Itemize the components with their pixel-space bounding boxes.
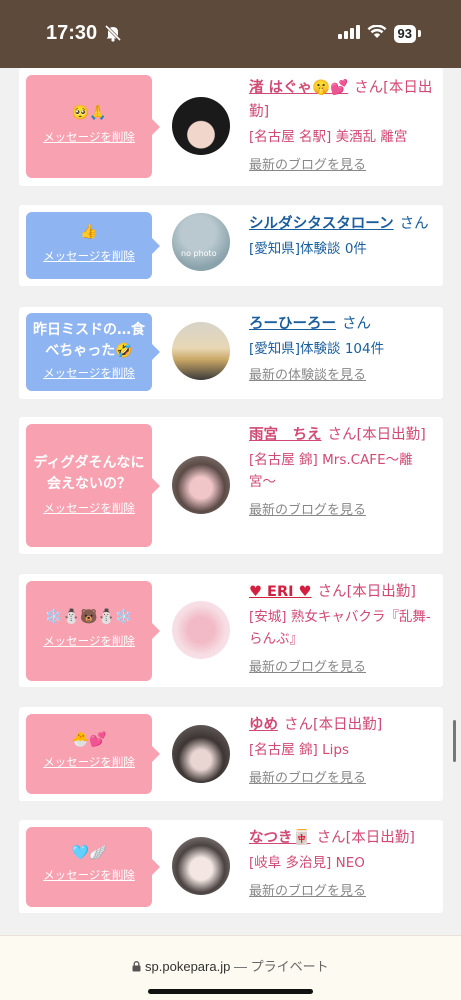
avatar[interactable] (172, 322, 230, 380)
shop-label: [名古屋 錦] Mrs.CAFE〜離宮〜 (249, 452, 413, 490)
user-info: 渚 はぐゃ🤫💕 さん[本日出勤] [名古屋 名駅] 美酒乱 離宮 最新のブログを見… (249, 76, 435, 173)
honorific: さん (316, 830, 346, 846)
shop-label: [岐阜 多治見] NEO (249, 855, 365, 871)
user-name-link[interactable]: ろーひーろー (249, 316, 336, 332)
browser-address-bar[interactable]: sp.pokepara.jp — プライベート (0, 935, 461, 1000)
latest-blog-link[interactable]: 最新のブログを見る (249, 767, 366, 786)
user-info: ゆめ さん[本日出勤] [名古屋 錦] Lips 最新のブログを見る (249, 713, 435, 786)
scrollbar[interactable] (453, 720, 456, 762)
avatar[interactable] (172, 601, 230, 659)
delete-message-link[interactable]: メッセージを削除 (43, 633, 135, 649)
honorific: さん (342, 316, 371, 332)
user-name-link[interactable]: ♥ ERI ♥ (249, 584, 312, 600)
message-card[interactable]: 🥺🙏 メッセージを削除 渚 はぐゃ🤫💕 さん[本日出勤] [名古屋 名駅] 美酒乱… (19, 68, 443, 186)
user-info: シルダシタスタローン さん [愛知県]体験談 0件 (249, 212, 435, 260)
honorific: さん (317, 584, 347, 600)
user-name-link[interactable]: 渚 はぐゃ🤫💕 (249, 80, 348, 96)
status-tag: [本日出勤] (313, 717, 383, 733)
message-bubble: 🐣💕 メッセージを削除 (26, 714, 160, 794)
url-display[interactable]: sp.pokepara.jp — プライベート (0, 956, 461, 975)
shop-label: [愛知県]体験談 0件 (249, 241, 367, 257)
no-photo-label: no photo (181, 249, 217, 258)
message-text: ディグダそんなに会えないの？ (33, 455, 145, 492)
battery-cap-icon (418, 30, 421, 37)
wifi-icon (367, 24, 387, 43)
shop-label: [愛知県]体験談 104件 (249, 341, 385, 357)
message-bubble: ❄️⛄🐻⛄❄️ メッセージを削除 (26, 581, 160, 681)
status-time: 17:30 (46, 22, 98, 44)
message-bubble: 🩵🪽 メッセージを削除 (26, 827, 160, 907)
bell-muted-icon (104, 24, 122, 46)
honorific: さん (399, 216, 429, 232)
status-tag: [本日出勤] (356, 427, 426, 443)
message-text: 🐣💕 (71, 732, 107, 748)
shop-label: [名古屋 錦] Lips (249, 742, 349, 758)
delete-message-link[interactable]: メッセージを削除 (43, 754, 135, 770)
url-separator: — (233, 959, 247, 974)
user-info: ♥ ERI ♥ さん[本日出勤] [安城] 熟女キャバクラ『乱舞-らんぶ』 最新の… (249, 580, 435, 675)
message-text: 🩵🪽 (71, 845, 107, 861)
signal-icon (337, 24, 360, 43)
message-text: 昨日ミスドの…食べちゃった🤣 (33, 322, 145, 359)
latest-review-link[interactable]: 最新の体験談を見る (249, 364, 366, 383)
user-info: なつき🀄 さん[本日出勤] [岐阜 多治見] NEO 最新のブログを見る (249, 826, 435, 899)
message-bubble: 👍 メッセージを削除 (26, 212, 160, 279)
delete-message-link[interactable]: メッセージを削除 (43, 129, 135, 145)
lock-icon (132, 959, 145, 974)
user-name-link[interactable]: ゆめ (249, 717, 278, 733)
message-card[interactable]: 👍 メッセージを削除 no photo シルダシタスタローン さん [愛知県]体験… (19, 205, 443, 286)
latest-blog-link[interactable]: 最新のブログを見る (249, 154, 366, 173)
status-bar: 17:30 93 (0, 0, 461, 68)
user-name-link[interactable]: シルダシタスタローン (249, 216, 394, 232)
message-text: 👍 (80, 224, 98, 240)
avatar[interactable] (172, 456, 230, 514)
message-text: 🥺🙏 (71, 105, 107, 121)
user-name-link[interactable]: なつき🀄 (249, 830, 311, 846)
delete-message-link[interactable]: メッセージを削除 (43, 248, 135, 264)
delete-message-link[interactable]: メッセージを削除 (43, 867, 135, 883)
message-card[interactable]: 昨日ミスドの…食べちゃった🤣 メッセージを削除 ろーひーろー さん [愛知県]体験… (19, 307, 443, 399)
user-name-link[interactable]: 雨宮 ちえ (249, 427, 322, 443)
honorific: さん (327, 427, 357, 443)
status-tag: [本日出勤] (345, 830, 415, 846)
delete-message-link[interactable]: メッセージを削除 (43, 365, 135, 381)
status-tag: [本日出勤] (346, 584, 416, 600)
latest-blog-link[interactable]: 最新のブログを見る (249, 499, 366, 518)
message-card[interactable]: 🩵🪽 メッセージを削除 なつき🀄 さん[本日出勤] [岐阜 多治見] NEO 最新… (19, 820, 443, 913)
shop-label: [名古屋 名駅] 美酒乱 離宮 (249, 129, 408, 145)
avatar[interactable] (172, 725, 230, 783)
avatar[interactable] (172, 97, 230, 155)
avatar[interactable] (172, 837, 230, 895)
honorific: さん (284, 717, 313, 733)
latest-blog-link[interactable]: 最新のブログを見る (249, 656, 366, 675)
private-mode-label: プライベート (250, 959, 329, 974)
message-card[interactable]: 🐣💕 メッセージを削除 ゆめ さん[本日出勤] [名古屋 錦] Lips 最新のブ… (19, 707, 443, 801)
latest-blog-link[interactable]: 最新のブログを見る (249, 880, 366, 899)
delete-message-link[interactable]: メッセージを削除 (43, 500, 135, 516)
message-bubble: ディグダそんなに会えないの？ メッセージを削除 (26, 424, 160, 547)
url-text: sp.pokepara.jp (145, 959, 231, 974)
message-card[interactable]: ディグダそんなに会えないの？ メッセージを削除 雨宮 ちえ さん[本日出勤] [名… (19, 417, 443, 554)
message-bubble: 🥺🙏 メッセージを削除 (26, 75, 160, 178)
avatar[interactable]: no photo (172, 213, 230, 271)
message-bubble: 昨日ミスドの…食べちゃった🤣 メッセージを削除 (26, 313, 160, 391)
message-card[interactable]: ❄️⛄🐻⛄❄️ メッセージを削除 ♥ ERI ♥ さん[本日出勤] [安城] 熟女… (19, 574, 443, 687)
user-info: 雨宮 ちえ さん[本日出勤] [名古屋 錦] Mrs.CAFE〜離宮〜 最新のブロ… (249, 423, 435, 518)
battery-indicator: 93 (393, 24, 416, 43)
honorific: さん (354, 80, 384, 96)
user-info: ろーひーろー さん [愛知県]体験談 104件 最新の体験談を見る (249, 312, 435, 383)
home-indicator[interactable] (148, 989, 313, 994)
message-text: ❄️⛄🐻⛄❄️ (45, 609, 133, 625)
shop-label: [安城] 熟女キャバクラ『乱舞-らんぶ』 (249, 609, 431, 647)
